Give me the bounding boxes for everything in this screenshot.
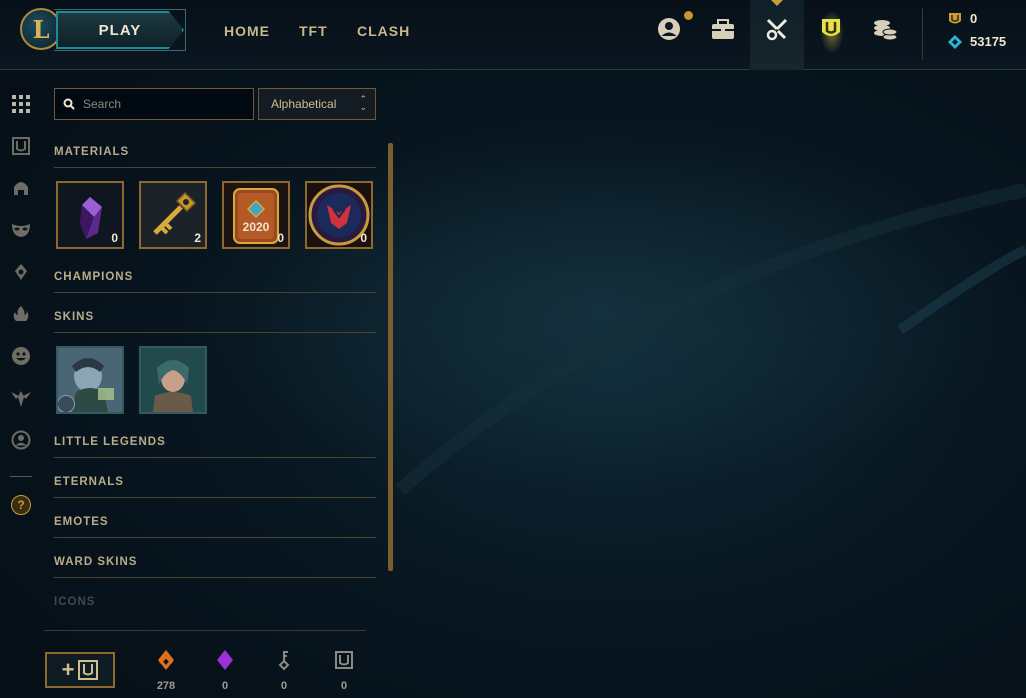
category-skins[interactable]: SKINS [54, 311, 376, 333]
chest-icon[interactable] [10, 135, 32, 157]
sort-dropdown[interactable]: Alphabetical ⌃ ⌄ [258, 88, 376, 120]
profile-icon[interactable] [654, 14, 684, 44]
mythic-essence-counter: 0 [205, 648, 245, 692]
skin-art-image [141, 348, 205, 412]
notification-dot [684, 11, 693, 20]
blue-essence: 53175 [948, 34, 1006, 49]
search-icon [63, 98, 75, 110]
plus-icon: + [61, 657, 75, 682]
chest-icon [78, 660, 99, 680]
nav-clash[interactable]: CLASH [357, 23, 410, 39]
orange-currency-value: 0 [970, 11, 978, 26]
top-navigation-bar: L PLAY HOME TFT CLASH 0 53175 [0, 0, 1026, 70]
category-label: EMOTES [54, 516, 109, 528]
topbar-divider [922, 8, 923, 60]
material-count: 0 [360, 231, 367, 245]
eternals-icon[interactable] [10, 387, 32, 409]
ward-icon[interactable] [10, 261, 32, 283]
orange-essence-counter: 278 [146, 648, 186, 692]
skin-tile[interactable] [139, 346, 207, 414]
sidebar-divider [10, 476, 32, 477]
category-eternals[interactable]: ETERNALS [54, 476, 376, 498]
chests-counter: 0 [324, 648, 364, 692]
chest-small-icon [335, 651, 353, 669]
collection-icon[interactable] [708, 14, 738, 44]
mask-icon[interactable] [10, 219, 32, 241]
material-worlds-orb[interactable]: 0 [305, 181, 373, 249]
category-label: SKINS [54, 311, 95, 323]
loot-icon[interactable] [762, 14, 792, 44]
category-icons[interactable]: ICONS [54, 596, 376, 618]
category-champions[interactable]: CHAMPIONS [54, 271, 376, 293]
play-button-label: PLAY [98, 21, 142, 39]
store-icon[interactable] [870, 14, 900, 44]
material-count: 0 [277, 231, 284, 245]
search-input[interactable] [83, 97, 243, 111]
key-fragments-value: 0 [280, 680, 288, 692]
orange-essence-icon [158, 650, 174, 670]
chests-value: 0 [340, 680, 348, 692]
mythic-essence-value: 0 [221, 680, 229, 692]
add-chest-button[interactable]: + [45, 652, 115, 688]
category-label: LITTLE LEGENDS [54, 436, 166, 448]
rank-token-small-icon [949, 12, 961, 23]
category-little-legends[interactable]: LITTLE LEGENDS [54, 436, 376, 458]
rank-token-icon[interactable] [816, 14, 846, 44]
category-label: CHAMPIONS [54, 271, 134, 283]
blue-essence-icon [948, 34, 962, 49]
orange-currency: 0 [948, 11, 977, 26]
search-field[interactable] [54, 88, 254, 120]
category-ward-skins[interactable]: WARD SKINS [54, 556, 376, 578]
category-label: ICONS [54, 596, 96, 608]
material-count: 0 [111, 231, 118, 245]
dropdown-arrows-icon: ⌃ ⌄ [359, 94, 367, 112]
play-button[interactable]: PLAY [56, 11, 184, 49]
material-key[interactable]: 2 [139, 181, 207, 249]
category-emotes[interactable]: EMOTES [54, 516, 376, 538]
material-2020-capsule[interactable]: 2020 0 [222, 181, 290, 249]
category-materials[interactable]: MATERIALS [54, 146, 376, 168]
category-label: ETERNALS [54, 476, 124, 488]
material-purple-gem[interactable]: 0 [56, 181, 124, 249]
blue-essence-value: 53175 [970, 34, 1007, 49]
nav-tft[interactable]: TFT [299, 23, 328, 39]
loot-list-scrollbar[interactable] [388, 143, 393, 571]
emote-icon[interactable] [10, 345, 32, 367]
orange-essence-value: 278 [156, 680, 176, 692]
material-count: 2 [194, 231, 201, 245]
league-logo-icon[interactable]: L [20, 8, 62, 50]
help-icon[interactable]: ? [10, 494, 32, 516]
fire-icon[interactable] [10, 303, 32, 325]
profile-circle-icon[interactable] [10, 429, 32, 451]
key-fragments-counter: 0 [264, 648, 304, 692]
key-fragment-icon [278, 651, 290, 671]
bottom-divider [44, 630, 366, 631]
help-label: ? [11, 495, 31, 515]
category-label: MATERIALS [54, 146, 130, 158]
category-label: WARD SKINS [54, 556, 138, 568]
grid-icon[interactable] [10, 93, 32, 115]
mythic-essence-icon [217, 650, 233, 670]
nav-home[interactable]: HOME [224, 23, 270, 39]
chroma-badge-icon [58, 395, 75, 412]
skin-tile[interactable] [56, 346, 124, 414]
helmet-icon[interactable] [10, 177, 32, 199]
sort-selected-value: Alphabetical [271, 97, 337, 111]
active-tab-caret-icon [771, 0, 783, 6]
